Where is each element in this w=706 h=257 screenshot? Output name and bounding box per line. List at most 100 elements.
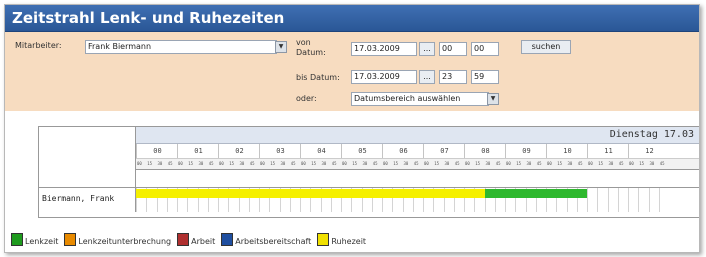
grid-line: [658, 188, 660, 212]
oder-label: oder:: [296, 94, 317, 103]
hour-label: 09: [505, 144, 547, 158]
minute-label: 45: [249, 161, 255, 166]
day-label: Dienstag 17.03: [609, 129, 694, 140]
title-bar: Zeitstrahl Lenk- und Ruhezeiten: [5, 5, 699, 32]
minute-label: 45: [618, 161, 624, 166]
minute-label: 45: [577, 161, 583, 166]
hour-label: 00: [136, 144, 178, 158]
grid-line: [597, 188, 599, 212]
minute-label: 45: [331, 161, 337, 166]
minute-label: 00: [301, 161, 306, 166]
von-date-field[interactable]: 17.03.2009: [351, 42, 417, 56]
minute-label: 00: [260, 161, 265, 166]
minute-label: 15: [270, 161, 276, 166]
legend-label: Lenkzeit: [25, 237, 59, 246]
von-hour-field[interactable]: 00: [439, 42, 467, 56]
minute-label: 15: [147, 161, 153, 166]
hour-label: 12: [628, 144, 670, 158]
von-datepicker-button[interactable]: ...: [419, 42, 435, 56]
chevron-down-icon[interactable]: ▼: [487, 93, 499, 105]
minute-label: 00: [629, 161, 634, 166]
grid-line: [638, 188, 640, 212]
standby-icon: [221, 233, 234, 246]
hour-label: 05: [341, 144, 383, 158]
minute-label: 45: [659, 161, 665, 166]
minute-label: 45: [454, 161, 460, 166]
minute-label: 45: [290, 161, 296, 166]
hour-label: 11: [587, 144, 629, 158]
minute-label: 30: [567, 161, 573, 166]
legend-label: Arbeit: [191, 237, 216, 246]
grid-line: [628, 188, 629, 212]
legend-label: Lenkzeitunterbrechung: [78, 237, 172, 246]
hour-label: 06: [382, 144, 424, 158]
grid-line: [617, 188, 619, 212]
grid-line: [648, 188, 650, 212]
minute-label: 45: [208, 161, 214, 166]
hour-row: 00 01 02 03 04 05 06 07 08 09 10 11 12: [136, 144, 699, 159]
timeline-corner: [39, 127, 136, 187]
bis-date-field[interactable]: 17.03.2009: [351, 70, 417, 84]
minute-label: 00: [383, 161, 388, 166]
minute-label: 15: [434, 161, 440, 166]
break-icon: [64, 233, 77, 246]
bis-datepicker-button[interactable]: ...: [419, 70, 435, 84]
minute-label: 00: [178, 161, 183, 166]
legend-label: Arbeitsbereitschaft: [235, 237, 312, 246]
minute-label: 15: [393, 161, 399, 166]
minute-label: 30: [444, 161, 450, 166]
minute-label: 00: [342, 161, 347, 166]
von-minute-field[interactable]: 00: [471, 42, 499, 56]
bis-minute-field[interactable]: 59: [471, 70, 499, 84]
hour-label: 10: [546, 144, 588, 158]
minute-label: 00: [137, 161, 142, 166]
minute-label: 30: [321, 161, 327, 166]
minute-label: 15: [311, 161, 317, 166]
timeline-segment-lenkzeit[interactable]: [484, 189, 587, 198]
minute-label: 30: [526, 161, 532, 166]
legend-label: Ruhezeit: [331, 237, 367, 246]
bed-icon: [317, 233, 330, 246]
mitarbeiter-select[interactable]: Frank Biermann: [85, 40, 277, 54]
minute-label: 00: [424, 161, 429, 166]
employee-name: Biermann, Frank: [42, 194, 115, 203]
minute-label: 30: [649, 161, 655, 166]
minute-label: 15: [229, 161, 235, 166]
von-datum-label: von Datum:: [296, 38, 326, 57]
filter-form: Mitarbeiter: Frank Biermann ▼ von Datum:…: [5, 32, 699, 111]
minute-label: 30: [198, 161, 204, 166]
minute-label: 15: [557, 161, 563, 166]
minute-label: 00: [547, 161, 552, 166]
minute-label: 15: [352, 161, 358, 166]
minute-label: 45: [536, 161, 542, 166]
employee-timeline-row: [136, 187, 699, 212]
minute-label: 45: [495, 161, 501, 166]
hour-label: 02: [218, 144, 260, 158]
minute-label: 30: [362, 161, 368, 166]
hour-label: 04: [300, 144, 342, 158]
minute-label: 30: [157, 161, 163, 166]
minute-label: 30: [485, 161, 491, 166]
day-header: Dienstag 17.03: [136, 127, 699, 144]
page-title: Zeitstrahl Lenk- und Ruhezeiten: [12, 9, 285, 27]
legend: Lenkzeit Lenkzeitunterbrechung Arbeit Arbei…: [11, 233, 372, 246]
minute-label: 15: [639, 161, 645, 166]
search-button[interactable]: suchen: [521, 40, 571, 54]
minute-label: 45: [167, 161, 173, 166]
minute-label: 15: [516, 161, 522, 166]
minute-label: 30: [608, 161, 614, 166]
chevron-down-icon[interactable]: ▼: [275, 41, 287, 53]
minute-label: 00: [588, 161, 593, 166]
minute-row: 00 15 30 45 00 15 30 45 00 15 30 45 00 15 30 45 00 15 30 45…: [136, 159, 699, 170]
date-range-select[interactable]: Datumsbereich auswählen: [351, 92, 489, 106]
timeline-segment-ruhezeit[interactable]: [136, 189, 485, 198]
minute-label: 45: [372, 161, 378, 166]
bis-hour-field[interactable]: 23: [439, 70, 467, 84]
bis-datum-label: bis Datum:: [296, 73, 340, 82]
minute-label: 15: [598, 161, 604, 166]
minute-label: 30: [280, 161, 286, 166]
hour-label: 08: [464, 144, 506, 158]
window-frame: Zeitstrahl Lenk- und Ruhezeiten Mitarbei…: [4, 4, 700, 253]
grid-line: [607, 188, 609, 212]
minute-label: 15: [475, 161, 481, 166]
